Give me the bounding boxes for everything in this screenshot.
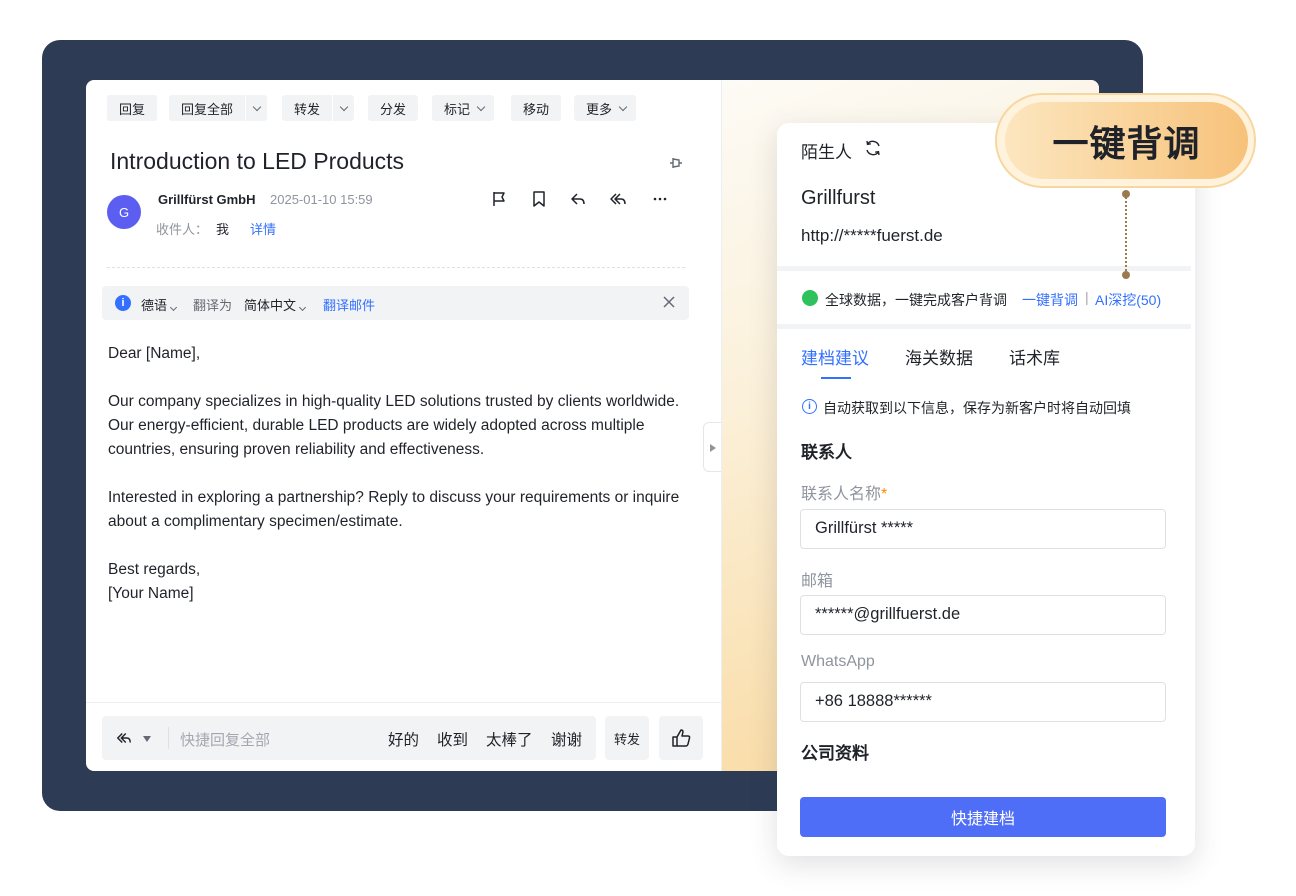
reply-all-dropdown[interactable] [245, 95, 267, 121]
flag-icon[interactable] [490, 190, 508, 208]
quick-reply-option[interactable]: 收到 [437, 728, 468, 750]
chevron-down-icon [169, 303, 177, 312]
caret-right-icon [710, 444, 716, 452]
caret-down-icon[interactable] [142, 735, 152, 743]
quick-reply-option[interactable]: 好的 [388, 728, 419, 750]
callout-connector [1125, 193, 1127, 275]
company-name: Grillfurst [801, 187, 876, 209]
email-body: Dear [Name], Our company specializes in … [108, 342, 698, 630]
info-icon: i [115, 295, 131, 311]
global-data-text: 全球数据，一键完成客户背调 [825, 292, 1007, 308]
reply-icon[interactable] [569, 190, 587, 208]
tab-script-library[interactable]: 话术库 [1009, 344, 1060, 369]
mark-label: 标记 [444, 101, 471, 117]
sender-name[interactable]: Grillfürst GmbH [158, 192, 256, 207]
more-button[interactable]: 更多 [574, 95, 637, 121]
translation-bar: i 德语 翻译为 简体中文 翻译邮件 [102, 286, 689, 320]
chevron-down-icon [339, 102, 348, 111]
body-signature: Best regards, [Your Name] [108, 561, 201, 602]
forward-label: 转发 [294, 101, 321, 117]
callout-dot [1122, 271, 1130, 279]
chevron-down-icon [252, 102, 261, 111]
tab-filing-suggestion[interactable]: 建档建议 [801, 344, 869, 369]
quick-file-button[interactable]: 快捷建档 [800, 797, 1166, 837]
contact-name-label: 联系人名称* [801, 480, 887, 504]
info-icon: i [802, 399, 817, 414]
quick-reply-option[interactable]: 太棒了 [486, 728, 533, 750]
quick-reply-bar: 快捷回复全部 好的 收到 太棒了 谢谢 [102, 716, 596, 760]
tab-customs-data[interactable]: 海关数据 [905, 344, 973, 369]
body-paragraph: Interested in exploring a partnership? R… [108, 489, 680, 530]
target-language-select[interactable]: 简体中文 [244, 295, 306, 314]
quick-reply-option[interactable]: 谢谢 [551, 728, 582, 750]
target-language-label: 简体中文 [244, 298, 297, 313]
translate-email-link[interactable]: 翻译邮件 [323, 295, 375, 314]
quick-forward-button[interactable]: 转发 [605, 716, 649, 760]
close-icon[interactable] [661, 294, 677, 310]
chevron-down-icon [476, 102, 486, 111]
pin-icon[interactable] [666, 154, 684, 172]
company-website[interactable]: http://*****fuerst.de [801, 226, 943, 246]
chevron-down-icon [618, 102, 628, 111]
distribute-label: 分发 [380, 101, 407, 117]
move-label: 移动 [523, 101, 550, 117]
reply-bar-divider [168, 727, 169, 749]
distribute-button[interactable]: 分发 [368, 95, 419, 121]
like-button[interactable] [659, 716, 703, 760]
ai-deep-dive-link[interactable]: AI深挖(50) [1095, 290, 1161, 310]
whatsapp-label: WhatsApp [801, 653, 875, 670]
quick-reply-input[interactable]: 快捷回复全部 [180, 729, 270, 750]
panel-collapse-handle[interactable] [703, 422, 721, 472]
refresh-icon[interactable] [863, 138, 883, 158]
header-divider [107, 267, 685, 268]
email-label: 邮箱 [801, 573, 834, 590]
callout-dot [1122, 190, 1130, 198]
bookmark-icon[interactable] [530, 190, 548, 208]
background-check-link[interactable]: 一键背调 [1022, 290, 1078, 310]
move-button[interactable]: 移动 [511, 95, 562, 121]
crm-panel: 陌生人 Grillfurst http://*****fuerst.de 全球数… [777, 123, 1195, 856]
reply-label: 回复 [119, 101, 146, 117]
thumbs-up-icon [672, 729, 691, 747]
section-band [777, 324, 1191, 329]
reply-button[interactable]: 回复 [107, 95, 158, 121]
required-mark: * [881, 486, 888, 503]
section-company-title: 公司资料 [801, 744, 869, 763]
sender-avatar[interactable]: G [107, 195, 141, 229]
chevron-down-icon [298, 303, 306, 312]
forward-button[interactable]: 转发 [282, 95, 355, 121]
active-tab-indicator [821, 377, 851, 379]
contact-status: 陌生人 [801, 143, 852, 162]
section-contact-title: 联系人 [801, 443, 852, 462]
reply-all-label: 回复全部 [181, 101, 234, 117]
translate-to-label: 翻译为 [193, 298, 233, 313]
reply-all-icon[interactable] [116, 730, 132, 746]
contact-name-label-text: 联系人名称 [801, 486, 882, 503]
body-greeting: Dear [Name], [108, 345, 201, 362]
forward-dropdown[interactable] [332, 95, 354, 121]
email-field[interactable]: ******@grillfuerst.de [800, 595, 1166, 635]
global-data-icon [802, 290, 818, 306]
contact-name-field[interactable]: Grillfürst ***** [800, 509, 1166, 549]
source-language-label: 德语 [141, 298, 168, 313]
whatsapp-field[interactable]: +86 18888****** [800, 682, 1166, 722]
autofill-notice: 自动获取到以下信息，保存为新客户时将自动回填 [823, 400, 1131, 416]
more-icon[interactable] [651, 190, 669, 208]
mark-button[interactable]: 标记 [432, 95, 495, 121]
section-band [777, 266, 1191, 271]
reply-all-icon[interactable] [609, 190, 627, 208]
reply-all-button[interactable]: 回复全部 [169, 95, 268, 121]
body-paragraph: Our company specializes in high-quality … [108, 393, 680, 458]
source-language-select[interactable]: 德语 [141, 295, 177, 314]
link-separator: | [1085, 289, 1089, 305]
email-date: 2025-01-10 15:59 [270, 192, 373, 207]
details-link[interactable]: 详情 [250, 219, 276, 238]
email-subject: Introduction to LED Products [110, 148, 405, 174]
background-check-badge: 一键背调 [1005, 102, 1248, 179]
recipient-label: 收件人： [156, 222, 209, 237]
recipient-name: 我 [216, 222, 230, 237]
more-label: 更多 [586, 101, 613, 117]
footer-divider [86, 702, 721, 703]
